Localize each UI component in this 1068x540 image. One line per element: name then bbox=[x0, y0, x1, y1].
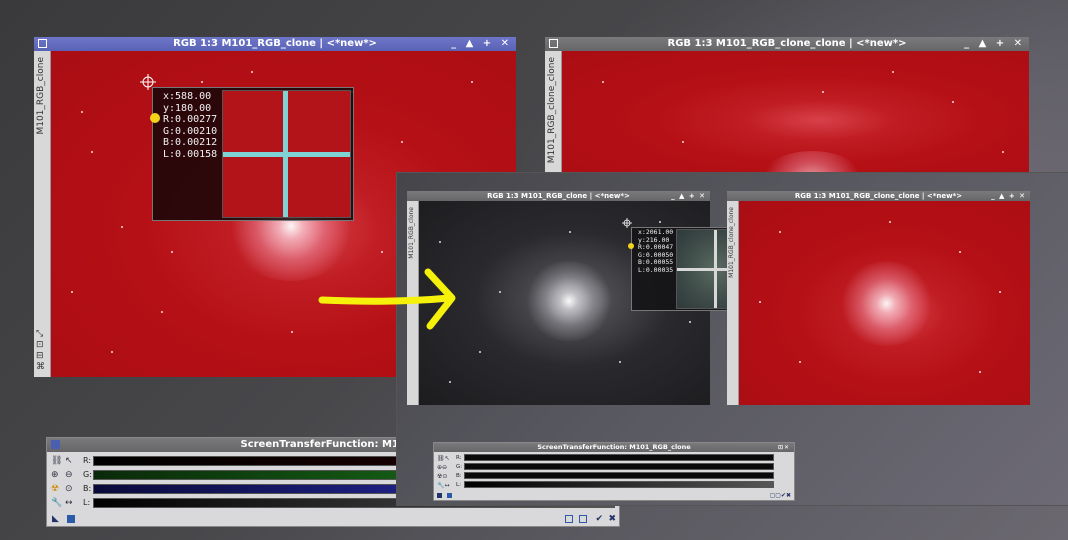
pan-icon[interactable]: ↔ bbox=[65, 497, 73, 509]
window-titlebar[interactable]: RGB 1:3 M101_RGB_clone | <*new*> _ ▲ + ✕ bbox=[407, 191, 710, 201]
zoom-in-icon[interactable]: ⊕ bbox=[51, 469, 59, 481]
stf-bottom-bar: ◣ ✔ ✖ bbox=[47, 512, 619, 526]
stf-row-b[interactable]: B: bbox=[434, 472, 794, 480]
window-title: RGB 1:3 M101_RGB_clone | <*new*> bbox=[173, 38, 377, 49]
stf-label-l: L: bbox=[456, 482, 461, 488]
crosshair-vertical bbox=[283, 91, 288, 217]
window-icon[interactable] bbox=[38, 39, 47, 48]
galaxy-image bbox=[839, 261, 934, 346]
preview-icon[interactable] bbox=[565, 515, 573, 523]
zoom-icon[interactable]: ⊙ bbox=[65, 483, 73, 495]
cross-icon[interactable]: ✖ bbox=[608, 513, 616, 525]
view-side-label: M101_RGB_clone bbox=[408, 207, 415, 259]
image-window-m101-rgb-clone-clone-small[interactable]: RGB 1:3 M101_RGB_clone_clone | <*new*> _… bbox=[727, 191, 1030, 405]
new-instance-icon[interactable]: ◣ bbox=[52, 513, 59, 525]
radiation-icon[interactable]: ☢ bbox=[51, 483, 59, 495]
stf-titlebar[interactable]: ScreenTransferFunction: M101_RGB_clone ⊡… bbox=[434, 443, 794, 452]
stf-bar-b[interactable] bbox=[464, 472, 774, 479]
readout-x: x:588.00 bbox=[163, 91, 212, 102]
window-title: RGB 1:3 M101_RGB_clone_clone | <*new*> bbox=[794, 192, 963, 200]
stf-row-g[interactable]: G: bbox=[434, 463, 794, 471]
pointer-icon[interactable]: ↖ bbox=[65, 455, 73, 467]
stf-title: ScreenTransferFunction: M101_RGB_clone bbox=[537, 443, 691, 451]
link-icon[interactable]: ⛓ bbox=[51, 455, 62, 467]
zoom-loupe bbox=[222, 90, 351, 218]
image-canvas[interactable] bbox=[562, 51, 1029, 177]
window-controls[interactable]: _ ▲ + ✕ bbox=[451, 37, 512, 51]
stf-row-l[interactable]: L: bbox=[434, 481, 794, 489]
stf-bar-r[interactable] bbox=[464, 454, 774, 461]
image-canvas[interactable] bbox=[739, 201, 1030, 405]
window-controls[interactable]: _ ▲ + ✕ bbox=[991, 191, 1026, 201]
window-title: RGB 1:3 M101_RGB_clone_clone | <*new*> bbox=[667, 38, 907, 49]
stf-label-r: R: bbox=[456, 455, 462, 461]
new-instance-icon[interactable] bbox=[437, 493, 442, 498]
check-icon[interactable]: ✔ bbox=[595, 513, 603, 525]
view-side-tab[interactable]: M101_RGB_clone ⤡ ⊡ ⊟ ⌘ bbox=[34, 51, 51, 377]
stf-label-l: L: bbox=[83, 498, 91, 507]
apply-global-icon[interactable] bbox=[447, 493, 452, 498]
view-side-tab[interactable]: M101_RGB_clone_clone bbox=[545, 51, 562, 177]
window-controls[interactable]: ⊡✕ bbox=[778, 443, 790, 452]
stf-row-r[interactable]: R: bbox=[434, 454, 794, 462]
readout-l: L:0.00158 bbox=[163, 148, 218, 160]
view-side-label: M101_RGB_clone bbox=[36, 57, 46, 135]
stf-label-r: R: bbox=[83, 456, 92, 465]
view-side-tab[interactable]: M101_RGB_clone_clone bbox=[727, 201, 739, 405]
apply-global-icon[interactable] bbox=[67, 515, 75, 523]
sample-color-dot bbox=[628, 243, 634, 249]
readout-y: y:180.00 bbox=[163, 102, 212, 114]
stf-label-b: B: bbox=[456, 473, 462, 479]
galaxy-image bbox=[524, 261, 614, 341]
window-titlebar[interactable]: RGB 1:3 M101_RGB_clone_clone | <*new*> _… bbox=[727, 191, 1030, 201]
stf-icon[interactable] bbox=[51, 440, 60, 449]
view-side-label: M101_RGB_clone_clone bbox=[728, 207, 735, 278]
window-titlebar[interactable]: RGB 1:3 M101_RGB_clone_clone | <*new*> _… bbox=[545, 37, 1029, 51]
stf-label-b: B: bbox=[83, 484, 92, 493]
window-controls[interactable]: _ ▲ + ✕ bbox=[671, 191, 706, 201]
arrow-icon bbox=[318, 268, 456, 330]
window-controls[interactable]: _ ▲ + ✕ bbox=[964, 37, 1025, 51]
stf-bar-l[interactable] bbox=[464, 481, 774, 488]
readout-g: G:0.00210 bbox=[163, 125, 218, 137]
window-title: RGB 1:3 M101_RGB_clone | <*new*> bbox=[487, 192, 630, 200]
sample-color-dot bbox=[150, 113, 160, 123]
readout-r: R:0.00277 bbox=[163, 114, 218, 125]
window-titlebar[interactable]: RGB 1:3 M101_RGB_clone | <*new*> _ ▲ + ✕ bbox=[34, 37, 516, 51]
side-tools-icons[interactable]: ⤡ ⊡ ⊟ ⌘ bbox=[36, 329, 45, 373]
stf-small-left-icons[interactable]: ⛓↖ ⊕⊖ ☢⊙ 🔧↔ bbox=[437, 454, 450, 490]
screen-transfer-function-panel-small[interactable]: ScreenTransferFunction: M101_RGB_clone ⊡… bbox=[433, 442, 795, 501]
reset-icon[interactable] bbox=[579, 515, 587, 523]
readout-l: L:0.00035 bbox=[638, 265, 674, 274]
crosshair-vertical bbox=[714, 230, 717, 308]
image-window-m101-rgb-clone-clone[interactable]: RGB 1:3 M101_RGB_clone_clone | <*new*> _… bbox=[545, 37, 1029, 177]
readout-values: x:588.00 y:180.00 R:0.00277 G:0.00210 B:… bbox=[163, 91, 217, 160]
pixel-readout-large: x:588.00 y:180.00 R:0.00277 G:0.00210 B:… bbox=[152, 87, 354, 221]
readout-b: B:0.00212 bbox=[163, 137, 218, 148]
stf-label-g: G: bbox=[83, 470, 92, 479]
stf-bar-g[interactable] bbox=[464, 463, 774, 470]
wrench-icon[interactable]: 🔧 bbox=[51, 497, 62, 509]
zoom-out-icon[interactable]: ⊖ bbox=[65, 469, 73, 481]
readout-values: x:2061.00 y:216.00 R:0.00047 G:0.00050 B… bbox=[638, 228, 674, 275]
stf-label-g: G: bbox=[456, 464, 463, 470]
stf-small-right-icons[interactable]: ▢▢✔✖ bbox=[770, 492, 791, 499]
view-side-label: M101_RGB_clone_clone bbox=[547, 57, 557, 164]
window-icon[interactable] bbox=[549, 39, 558, 48]
